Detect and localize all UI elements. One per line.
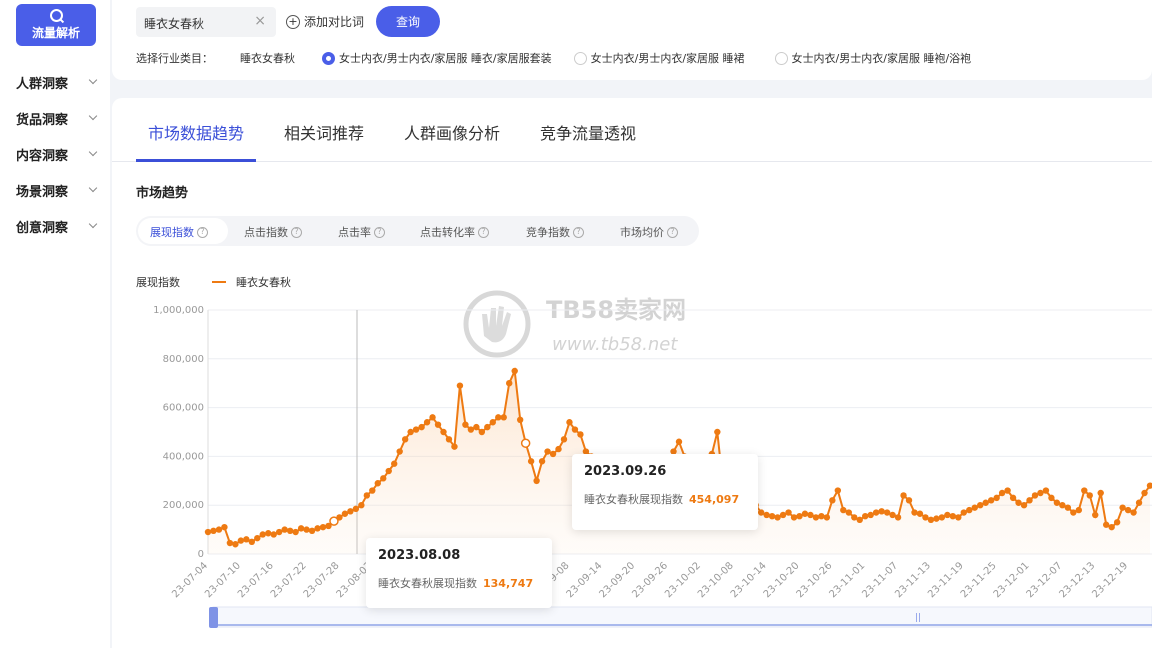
help-icon[interactable]: ? bbox=[667, 226, 678, 238]
section-title: 市场趋势 bbox=[136, 186, 189, 201]
sidebar-item-label: 创意洞察 bbox=[16, 220, 69, 236]
tooltip-label: 睡衣女春秋展现指数 bbox=[584, 493, 683, 506]
sidebar-item-creative[interactable]: 创意洞察 bbox=[16, 208, 102, 244]
help-icon[interactable]: ? bbox=[573, 226, 584, 238]
radio-checked-icon bbox=[322, 51, 335, 65]
tooltip-aug: 2023.08.08 睡衣女春秋展现指数 134,747 bbox=[366, 538, 552, 608]
sidebar-item-label: 人群洞察 bbox=[16, 76, 69, 92]
chart-legend: 展现指数 睡衣女春秋 bbox=[136, 274, 291, 290]
sidebar-item-label: 货品洞察 bbox=[16, 112, 69, 128]
chevron-down-icon bbox=[88, 111, 98, 121]
search-panel: 睡衣女春秋 × + 添加对比词 查询 选择行业类目： 睡衣女春秋 女士内衣/男士… bbox=[112, 0, 1152, 80]
tooltip-value: 134,747 bbox=[483, 577, 534, 590]
category-option-label: 女士内衣/男士内衣/家居服 睡裙 bbox=[590, 52, 745, 65]
metric-selector: 展现指数? 点击指数? 点击率? 点击转化率? 竞争指数? 市场均价? bbox=[136, 216, 699, 246]
keyword-value: 睡衣女春秋 bbox=[144, 17, 205, 31]
tooltip-date: 2023.09.26 bbox=[584, 464, 667, 479]
metric-label: 点击率 bbox=[338, 226, 371, 239]
watermark-url: www.tb58.net bbox=[552, 334, 678, 355]
tab-active-indicator bbox=[136, 159, 256, 162]
legend-swatch bbox=[212, 281, 226, 283]
legend-metric: 展现指数 bbox=[136, 276, 180, 289]
query-button[interactable]: 查询 bbox=[376, 6, 440, 37]
watermark-name: TB58卖家网 bbox=[546, 296, 687, 324]
metric-ctr[interactable]: 点击率? bbox=[338, 224, 385, 240]
category-option-label: 女士内衣/男士内衣/家居服 睡衣/家居服套装 bbox=[339, 52, 552, 65]
metric-label: 展现指数 bbox=[150, 226, 194, 239]
chevron-down-icon bbox=[88, 183, 98, 193]
sidebar-item-label: 内容洞察 bbox=[16, 148, 69, 164]
metric-label: 市场均价 bbox=[620, 226, 664, 239]
tooltip-row: 睡衣女春秋展现指数 454,097 bbox=[584, 491, 746, 507]
help-icon[interactable]: ? bbox=[478, 226, 489, 238]
chevron-down-icon bbox=[88, 75, 98, 85]
tooltip-value: 454,097 bbox=[689, 493, 740, 506]
tooltip-label: 睡衣女春秋展现指数 bbox=[378, 577, 477, 590]
category-option-set[interactable]: 女士内衣/男士内衣/家居服 睡衣/家居服套装 bbox=[322, 50, 552, 66]
chevron-down-icon bbox=[88, 219, 98, 229]
main-panel: 市场数据趋势 相关词推荐 人群画像分析 竞争流量透视 市场趋势 展现指数? 点击… bbox=[112, 98, 1152, 648]
metric-conversion[interactable]: 点击转化率? bbox=[420, 224, 489, 240]
help-icon[interactable]: ? bbox=[291, 226, 302, 238]
flow-analysis-button[interactable]: 流量解析 bbox=[16, 4, 96, 46]
radio-icon bbox=[774, 51, 788, 65]
sidebar-item-scene[interactable]: 场景洞察 bbox=[16, 172, 102, 208]
sidebar-item-goods[interactable]: 货品洞察 bbox=[16, 100, 102, 136]
help-icon[interactable]: ? bbox=[374, 226, 385, 238]
clear-icon[interactable]: × bbox=[254, 13, 266, 29]
sidebar-nav: 人群洞察 货品洞察 内容洞察 场景洞察 创意洞察 bbox=[16, 64, 102, 244]
category-label: 选择行业类目： bbox=[136, 52, 213, 65]
flow-analysis-label: 流量解析 bbox=[31, 26, 80, 40]
tooltip-date: 2023.08.08 bbox=[378, 548, 461, 563]
metric-impression[interactable]: 展现指数? bbox=[150, 224, 208, 240]
metric-label: 点击指数 bbox=[244, 226, 288, 239]
tab-market-trend[interactable]: 市场数据趋势 bbox=[148, 120, 244, 144]
legend-series[interactable]: 睡衣女春秋 bbox=[236, 274, 291, 290]
category-option-nightdress[interactable]: 女士内衣/男士内衣/家居服 睡裙 bbox=[573, 50, 745, 66]
sidebar: 流量解析 人群洞察 货品洞察 内容洞察 场景洞察 创意洞察 bbox=[0, 0, 110, 648]
tab-related-words[interactable]: 相关词推荐 bbox=[284, 120, 364, 144]
tooltip-row: 睡衣女春秋展现指数 134,747 bbox=[378, 575, 540, 591]
add-compare-label: 添加对比词 bbox=[304, 15, 365, 29]
metric-competition[interactable]: 竞争指数? bbox=[526, 224, 584, 240]
metric-label: 竞争指数 bbox=[526, 226, 570, 239]
watermark-logo-icon bbox=[463, 290, 531, 358]
tab-bar: 市场数据趋势 相关词推荐 人群画像分析 竞争流量透视 bbox=[112, 98, 1152, 162]
category-option-robe[interactable]: 女士内衣/男士内衣/家居服 睡袍/浴袍 bbox=[774, 50, 972, 66]
tab-crowd-profile[interactable]: 人群画像分析 bbox=[404, 120, 500, 144]
help-icon[interactable]: ? bbox=[197, 226, 208, 238]
category-option-label: 女士内衣/男士内衣/家居服 睡袍/浴袍 bbox=[791, 52, 972, 65]
sidebar-item-label: 场景洞察 bbox=[16, 184, 69, 200]
radio-icon bbox=[573, 51, 587, 65]
metric-click[interactable]: 点击指数? bbox=[244, 224, 302, 240]
category-row: 选择行业类目： 睡衣女春秋 女士内衣/男士内衣/家居服 睡衣/家居服套装 女士内… bbox=[136, 50, 991, 66]
keyword-input[interactable]: 睡衣女春秋 × bbox=[136, 7, 276, 37]
add-compare-button[interactable]: + 添加对比词 bbox=[286, 13, 364, 30]
metric-avg-price[interactable]: 市场均价? bbox=[620, 224, 678, 240]
tab-competition[interactable]: 竞争流量透视 bbox=[540, 120, 636, 144]
tooltip-sep: 2023.09.26 睡衣女春秋展现指数 454,097 bbox=[572, 454, 758, 530]
category-keyword: 睡衣女春秋 bbox=[240, 52, 295, 65]
chevron-down-icon bbox=[88, 147, 98, 157]
sidebar-item-crowd[interactable]: 人群洞察 bbox=[16, 64, 102, 100]
metric-label: 点击转化率 bbox=[420, 226, 475, 239]
sidebar-item-content[interactable]: 内容洞察 bbox=[16, 136, 102, 172]
plus-circle-icon: + bbox=[286, 14, 300, 29]
search-icon bbox=[49, 9, 63, 22]
